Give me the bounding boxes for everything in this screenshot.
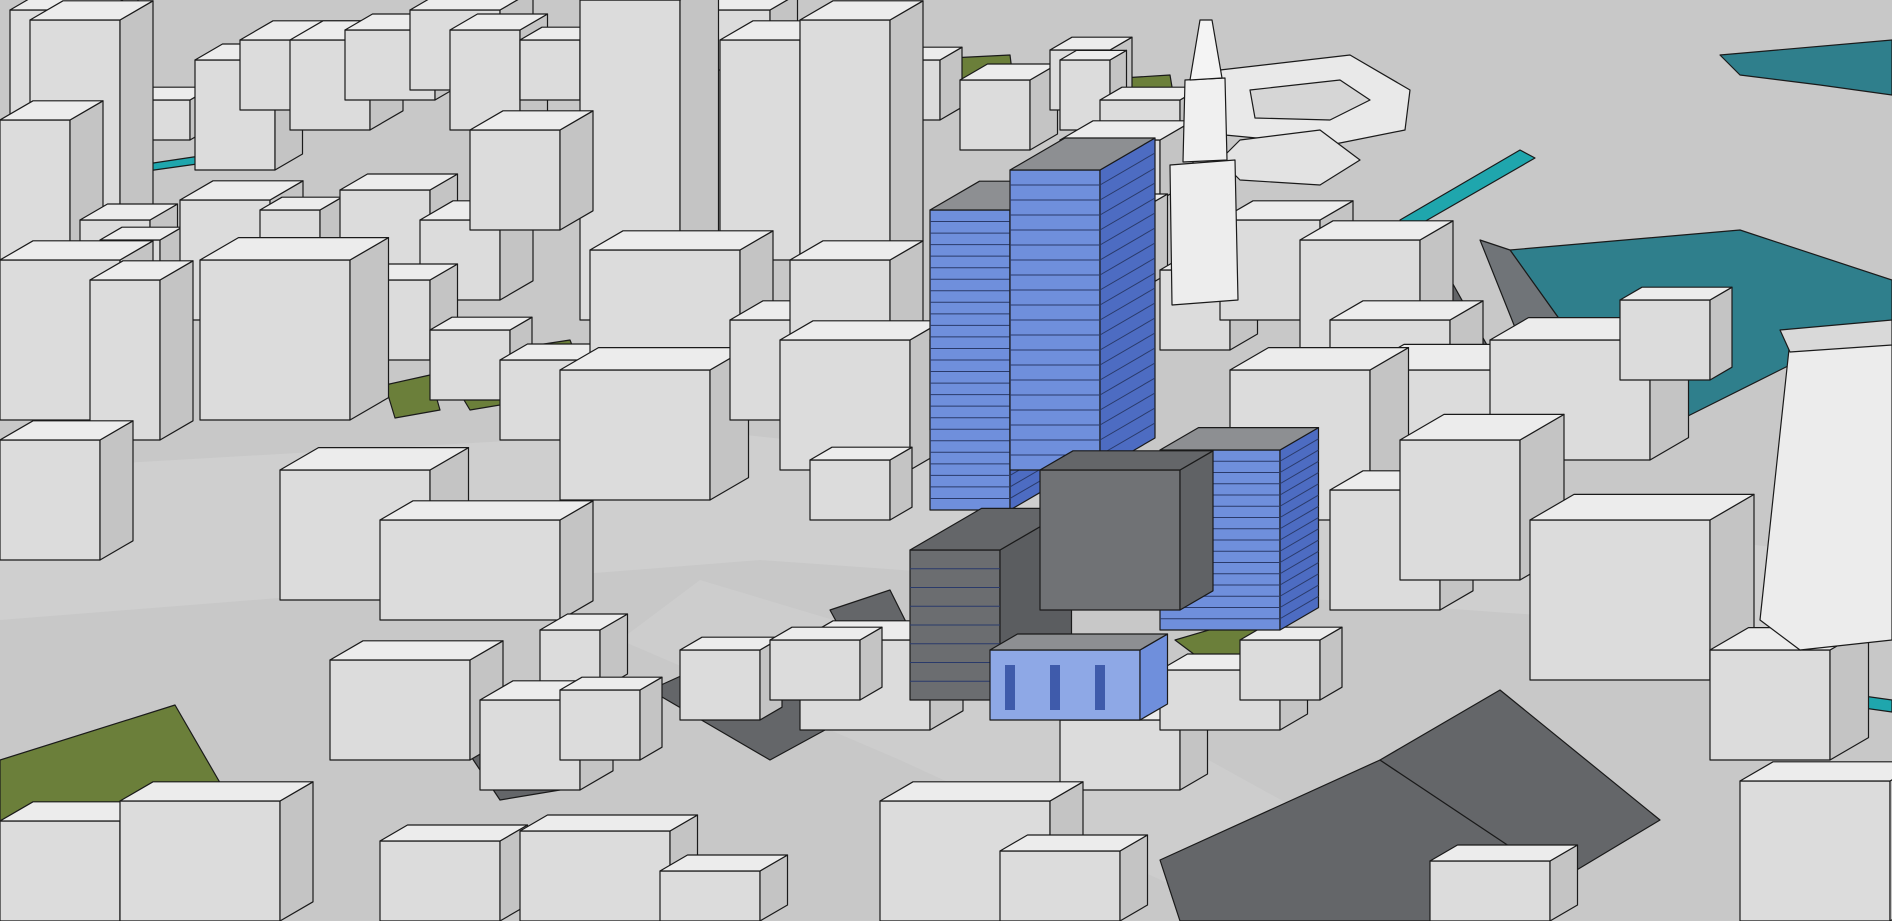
glass-tower-mid[interactable] [1009, 137, 1156, 471]
building[interactable] [89, 260, 194, 441]
building-facade [559, 369, 711, 501]
building-facade [1039, 469, 1181, 611]
building[interactable] [1619, 286, 1733, 381]
building-facade [1429, 860, 1551, 921]
building-side [1179, 450, 1214, 611]
building[interactable] [1709, 626, 1870, 761]
building-facade [0, 820, 121, 921]
3d-model-viewport[interactable] [0, 0, 1892, 921]
building-side [1709, 286, 1733, 381]
building-facade [959, 79, 1031, 151]
building[interactable] [799, 0, 924, 261]
building-facade [379, 840, 501, 921]
podium-window [1050, 665, 1060, 710]
podium-window [1095, 665, 1105, 710]
building[interactable] [1739, 761, 1892, 921]
building-facade [799, 19, 891, 261]
building-facade [519, 830, 671, 921]
building[interactable] [379, 824, 529, 921]
terminal-tower-base [1169, 159, 1239, 306]
building[interactable] [959, 63, 1059, 151]
building-side [159, 260, 194, 441]
terminal-tower-shaft [1182, 77, 1228, 163]
building-facade [1739, 780, 1891, 921]
building-facade [659, 870, 761, 921]
building-facade [999, 850, 1121, 921]
building-facade [1239, 639, 1321, 701]
building-facade [429, 329, 511, 401]
building-facade [199, 259, 351, 421]
building-facade [679, 649, 761, 721]
building-roof [379, 500, 594, 521]
building[interactable] [999, 834, 1149, 921]
building-facade [519, 39, 581, 101]
building-facade [809, 459, 891, 521]
building[interactable] [199, 237, 390, 421]
building-facade [379, 519, 561, 621]
building-side [349, 237, 390, 421]
building-facade [769, 639, 861, 701]
building-facade [1709, 649, 1831, 761]
building-roof [589, 230, 774, 251]
building-side [1829, 626, 1870, 761]
building[interactable] [469, 110, 594, 231]
building[interactable] [119, 781, 314, 921]
building-roof [119, 781, 314, 802]
building[interactable] [769, 626, 883, 701]
building[interactable] [559, 676, 663, 761]
building-facade [469, 129, 561, 231]
building-facade [89, 279, 161, 441]
building-side [889, 0, 924, 261]
building-side [279, 781, 314, 921]
building-side [559, 110, 594, 231]
building[interactable] [1429, 844, 1579, 921]
building-roof [879, 781, 1084, 802]
building-facade [0, 439, 101, 561]
building-facade [329, 659, 471, 761]
building[interactable] [0, 420, 134, 561]
building-facade [1399, 439, 1521, 581]
building[interactable] [379, 500, 594, 621]
building[interactable] [559, 347, 750, 501]
parking-garage-east[interactable] [1039, 450, 1214, 611]
building[interactable] [1239, 626, 1343, 701]
building-facade [719, 39, 801, 261]
building[interactable] [679, 636, 783, 721]
building[interactable] [659, 854, 789, 921]
building[interactable] [329, 640, 504, 761]
glass-podium[interactable] [989, 633, 1169, 721]
podium-window [1005, 665, 1015, 710]
building-facade [559, 689, 641, 761]
building-side [559, 500, 594, 621]
building-roof [519, 814, 699, 832]
building-side [639, 676, 663, 761]
building-facade [1619, 299, 1711, 381]
city-model-scene[interactable] [0, 0, 1892, 921]
building-side [99, 420, 134, 561]
building-roof [989, 633, 1169, 651]
building-facade [1529, 519, 1711, 681]
building-facade [119, 800, 281, 921]
building[interactable] [809, 446, 913, 521]
